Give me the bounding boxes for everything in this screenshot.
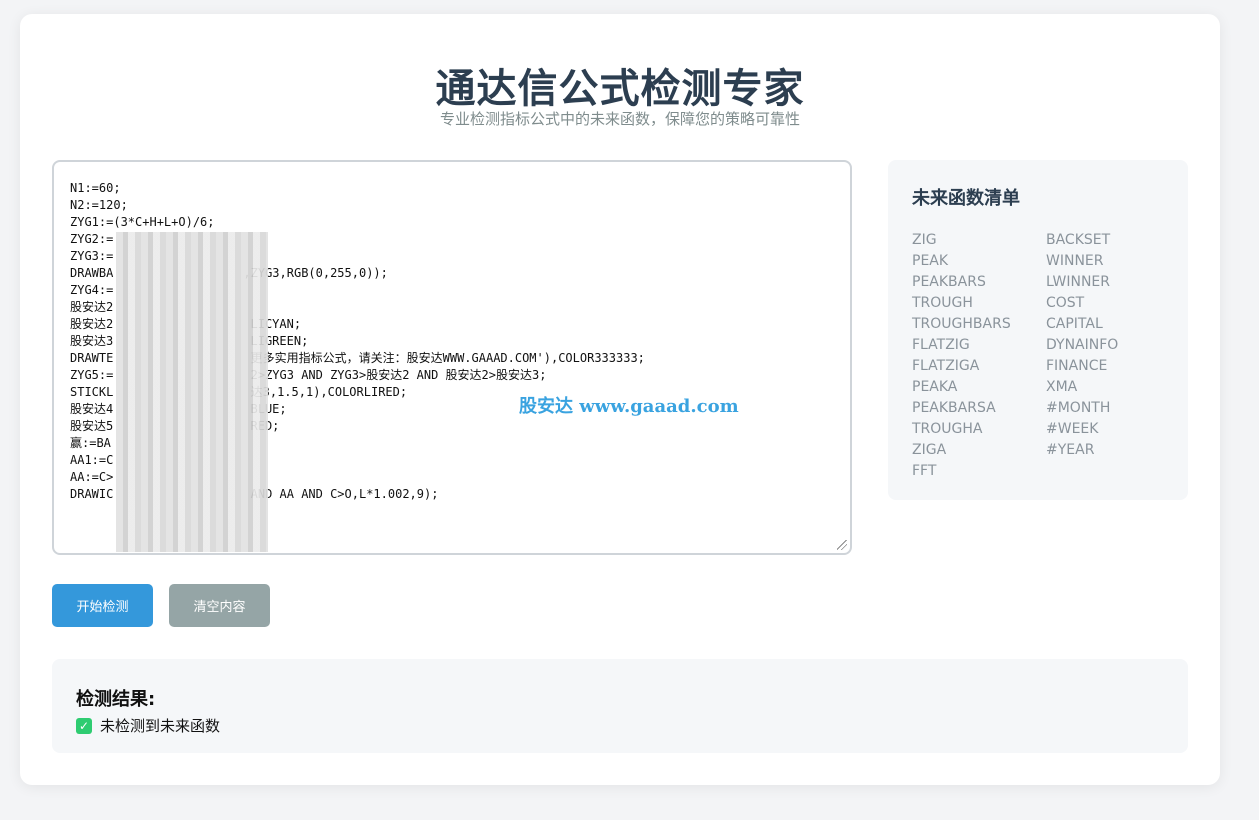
future-function-item: FLATZIGA [912, 358, 980, 374]
formula-editor[interactable]: N1:=60; N2:=120; ZYG1:=(3*C+H+L+O)/6; ZY… [52, 160, 852, 555]
result-message: 未检测到未来函数 [100, 717, 221, 735]
future-function-item: TROUGHBARS [912, 316, 1011, 332]
future-function-item: PEAK [912, 253, 949, 269]
check-icon: ✓ [76, 717, 92, 734]
future-function-item: WINNER [1046, 253, 1104, 269]
future-function-list-title: 未来函数清单 [912, 188, 1020, 209]
future-function-item: FFT [912, 463, 937, 479]
future-function-item: DYNAINFO [1046, 337, 1119, 353]
future-function-item: BACKSET [1046, 232, 1111, 248]
clear-content-button[interactable]: 清空内容 [169, 584, 270, 627]
future-function-item: FLATZIG [912, 337, 970, 353]
future-function-item: PEAKA [912, 379, 958, 395]
main-card: 通达信公式检测专家 专业检测指标公式中的未来函数，保障您的策略可靠性 N1:=6… [20, 14, 1220, 785]
redacted-region [116, 232, 268, 552]
result-line: ✓ 未检测到未来函数 [76, 715, 1164, 736]
future-function-item: LWINNER [1046, 274, 1111, 290]
resize-handle-icon[interactable] [837, 540, 847, 550]
future-function-item: ZIGA [912, 442, 947, 458]
start-detect-button[interactable]: 开始检测 [52, 584, 153, 627]
page-title: 通达信公式检测专家 [435, 66, 805, 112]
future-function-item: XMA [1046, 379, 1078, 395]
future-function-item: ZIG [912, 232, 937, 248]
future-function-item: TROUGHA [912, 421, 983, 437]
future-function-item: PEAKBARSA [912, 400, 996, 416]
future-function-list-panel: 未来函数清单 ZIG BACKSET PEAK WINNER PEAKBARS LWINN… [888, 160, 1188, 500]
future-function-item: PEAKBARS [912, 274, 986, 290]
future-function-item: #YEAR [1046, 442, 1095, 458]
page-subtitle: 专业检测指标公式中的未来函数，保障您的策略可靠性 [439, 110, 800, 128]
future-function-item: TROUGH [912, 295, 973, 311]
watermark-text: 股安达 www.gaaad.com [519, 396, 739, 417]
future-function-item: CAPITAL [1046, 316, 1103, 332]
future-function-grid: ZIG BACKSET PEAK WINNER PEAKBARS LWINNER TROUG… [912, 230, 1164, 482]
future-function-item: #MONTH [1046, 400, 1111, 416]
future-function-item: #WEEK [1046, 421, 1099, 437]
result-title: 检测结果: [76, 689, 156, 710]
future-function-item: FINANCE [1046, 358, 1108, 374]
result-panel: 检测结果: ✓ 未检测到未来函数 [52, 659, 1188, 753]
future-function-item: COST [1046, 295, 1085, 311]
